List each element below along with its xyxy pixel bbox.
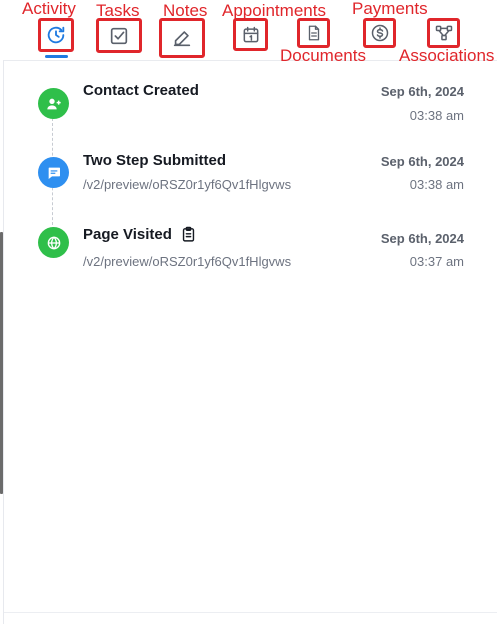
activity-time: 03:37 am [409, 254, 464, 269]
activity-time: 03:38 am [409, 177, 464, 192]
panel-bottom-divider [4, 612, 497, 613]
activity-title: Two Step Submitted [83, 152, 227, 169]
tab-activity[interactable] [38, 18, 74, 52]
panel-left-border [3, 60, 4, 624]
checkbox-icon [110, 27, 128, 44]
activity-date: Sep 6th, 2024 [380, 154, 464, 169]
activity-title: Contact Created [83, 82, 199, 99]
tab-documents[interactable] [297, 18, 330, 48]
document-icon [308, 25, 319, 41]
tab-associations[interactable] [427, 18, 460, 48]
activity-clock-icon [47, 26, 65, 44]
tab-payments[interactable] [363, 18, 396, 48]
share-nodes-icon [435, 25, 452, 41]
add-user-icon [38, 88, 69, 119]
tab-label-documents: Documents [280, 46, 366, 65]
calendar-icon [243, 26, 258, 42]
activity-time: 03:38 am [409, 108, 464, 123]
pencil-icon [173, 31, 191, 47]
activity-date: Sep 6th, 2024 [380, 231, 464, 246]
tab-label-activity: Activity [22, 0, 76, 18]
dollar-circle-icon [371, 24, 388, 42]
clipboard-icon[interactable] [180, 225, 197, 244]
message-icon [38, 157, 69, 188]
active-tab-indicator [45, 55, 68, 58]
activity-title-row: Page Visited [83, 225, 197, 244]
tab-label-associations: Associations [399, 46, 495, 65]
activity-url[interactable]: /v2/preview/oRSZ0r1yf6Qv1fHlgvws [83, 254, 291, 269]
scrollbar[interactable] [0, 232, 3, 494]
tab-label-payments: Payments [352, 0, 428, 18]
activity-date: Sep 6th, 2024 [380, 84, 464, 99]
tab-tasks[interactable] [96, 18, 142, 53]
activity-url[interactable]: /v2/preview/oRSZ0r1yf6Qv1fHlgvws [83, 177, 291, 192]
tab-appointments[interactable] [233, 18, 268, 51]
activity-title: Page Visited [83, 226, 172, 243]
globe-icon [38, 227, 69, 258]
tab-notes[interactable] [159, 18, 205, 58]
